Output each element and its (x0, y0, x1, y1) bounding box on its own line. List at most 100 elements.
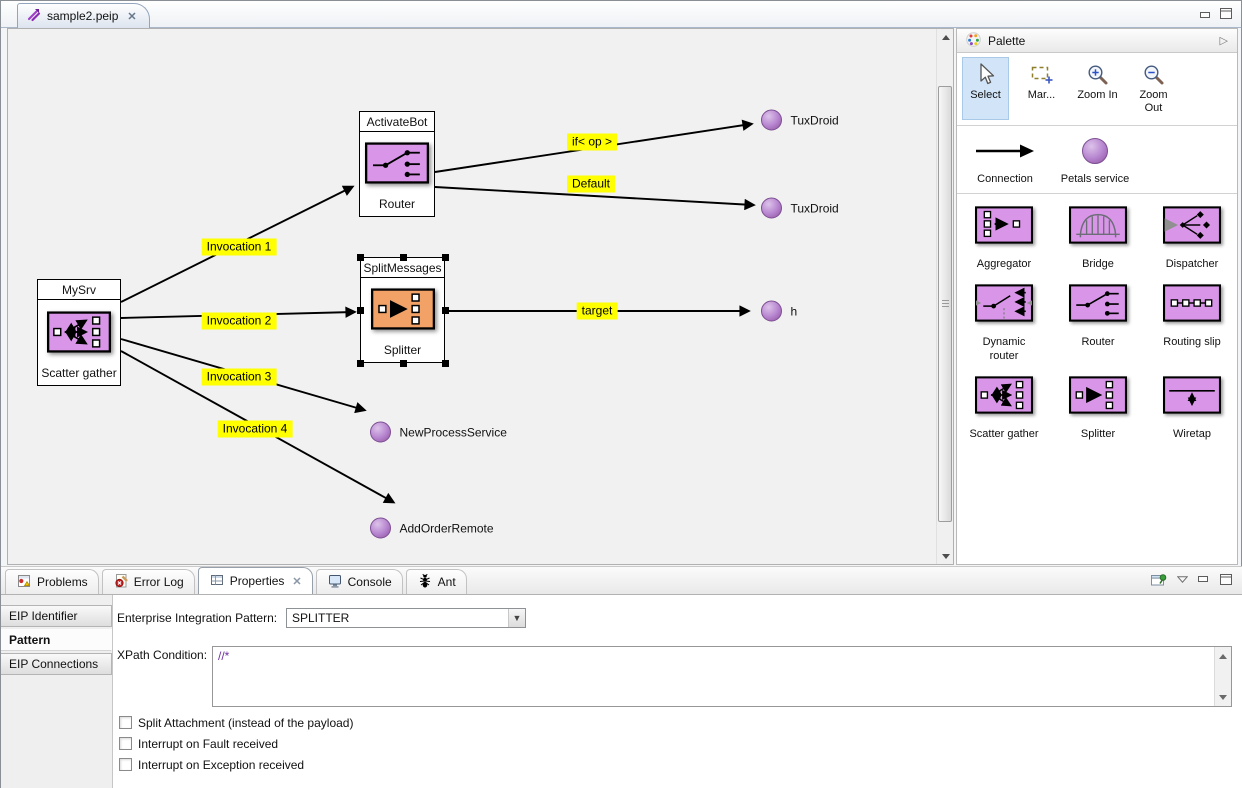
checkbox-icon[interactable] (119, 716, 132, 729)
view-menu-icon[interactable] (1177, 576, 1188, 583)
selection-handle[interactable] (357, 254, 364, 261)
palette-tool-zoom-out[interactable]: Zoom Out (1130, 57, 1177, 120)
service-endpoint-tuxdroid[interactable]: TuxDroid (761, 198, 839, 219)
properties-section-list: EIP IdentifierPatternEIP Connections (1, 595, 113, 788)
service-endpoint-tuxdroid[interactable]: TuxDroid (761, 110, 839, 131)
eip-pattern-label: Enterprise Integration Pattern: (117, 611, 277, 625)
palette-pattern-aggregator[interactable]: Aggregator (957, 206, 1051, 271)
diagram-canvas[interactable]: Invocation 1 Invocation 2 Invocation 3 Invo… (8, 29, 936, 564)
scrollbar-thumb[interactable] (938, 86, 952, 522)
maximize-icon[interactable] (1220, 8, 1233, 23)
properties-icon (209, 572, 225, 591)
node-title: ActivateBot (360, 112, 434, 132)
scatter-gather-icon (47, 311, 111, 356)
selection-handle[interactable] (442, 254, 449, 261)
connection-label[interactable]: if< op > (567, 134, 617, 151)
bottom-tab-bar: ProblemsError LogProperties✕ConsoleAnt (1, 567, 1242, 595)
eip-pattern-select[interactable]: SPLITTER ▼ (286, 608, 526, 628)
selection-handle[interactable] (400, 254, 407, 261)
palette-tool-list: SelectMar...Zoom InZoom Out (957, 53, 1237, 126)
selection-handle[interactable] (357, 360, 364, 367)
tab-error-log[interactable]: Error Log (102, 569, 195, 594)
connection-label[interactable]: Invocation 3 (202, 369, 277, 386)
selection-handle[interactable] (357, 307, 364, 314)
chevron-down-icon[interactable]: ▼ (508, 609, 525, 627)
palette-pattern-splitter[interactable]: Splitter (1051, 376, 1145, 441)
petals-service-icon (370, 518, 391, 539)
xpath-scrollbar[interactable] (1214, 647, 1231, 706)
editor-tab-sample2-peip[interactable]: sample2.peip ✕ (17, 3, 150, 28)
checkbox-icon[interactable] (119, 758, 132, 771)
checkbox-interrupt-on-exception-received[interactable]: Interrupt on Exception received (119, 754, 353, 775)
palette-pattern-list: AggregatorBridgeDispatcher Dynamic router… (957, 194, 1237, 441)
close-icon[interactable]: ✕ (127, 10, 136, 23)
connection-label[interactable]: Invocation 1 (202, 239, 277, 256)
splitter-icon (371, 288, 435, 333)
service-endpoint-h[interactable]: h (761, 301, 798, 322)
tab-ant[interactable]: Ant (406, 569, 467, 594)
petals-service-icon (1082, 136, 1108, 166)
palette-pattern-router[interactable]: Router (1051, 284, 1145, 363)
palette-pattern-dynamic-router[interactable]: Dynamic router (957, 284, 1051, 363)
service-endpoint-newprocessservice[interactable]: NewProcessService (370, 422, 507, 443)
zoom-out-icon (1142, 61, 1166, 89)
properties-section-eip-identifier[interactable]: EIP Identifier (1, 605, 112, 627)
palette-pattern-wiretap[interactable]: Wiretap (1145, 376, 1239, 441)
error-log-icon (113, 573, 129, 592)
tab-console[interactable]: Console (316, 569, 403, 594)
checkbox-interrupt-on-fault-received[interactable]: Interrupt on Fault received (119, 733, 353, 754)
palette-panel: Palette ▷ SelectMar...Zoom InZoom Out Co… (956, 28, 1238, 565)
tab-problems[interactable]: Problems (5, 569, 99, 594)
routing-slip-icon (1163, 284, 1221, 326)
canvas-vertical-scrollbar[interactable] (936, 29, 953, 564)
scroll-up-icon[interactable] (1215, 648, 1231, 664)
checkbox-list: Split Attachment (instead of the payload… (119, 712, 353, 775)
scroll-up-icon[interactable] (937, 29, 954, 45)
peip-file-icon (26, 7, 41, 25)
checkbox-icon[interactable] (119, 737, 132, 750)
node-splitmessages[interactable]: SplitMessages Splitter (360, 257, 445, 363)
palette-tool-petals-service[interactable]: Petals service (1053, 136, 1137, 185)
tab-properties[interactable]: Properties✕ (198, 567, 313, 594)
palette-pattern-dispatcher[interactable]: Dispatcher (1145, 206, 1239, 271)
node-mysrv[interactable]: MySrv Scatter gather (37, 279, 121, 386)
connection-label[interactable]: Invocation 4 (218, 421, 293, 438)
petals-service-icon (761, 301, 782, 322)
bottom-tab-list: ProblemsError LogProperties✕ConsoleAnt (5, 567, 470, 594)
palette-pattern-bridge[interactable]: Bridge (1051, 206, 1145, 271)
palette-tool-zoom-in[interactable]: Zoom In (1074, 57, 1121, 120)
palette-tool-select[interactable]: Select (962, 57, 1009, 120)
splitter-icon (1069, 376, 1127, 418)
selection-handle[interactable] (442, 360, 449, 367)
petals-service-icon (761, 198, 782, 219)
minimize-icon[interactable] (1200, 9, 1212, 23)
properties-section-eip-connections[interactable]: EIP Connections (1, 653, 112, 675)
scroll-down-icon[interactable] (937, 548, 954, 564)
close-icon[interactable]: ✕ (292, 575, 301, 588)
node-activatebot[interactable]: ActivateBot Router (359, 111, 435, 217)
editor-tab-title: sample2.peip (47, 9, 118, 23)
node-pattern-label: Router (379, 197, 415, 216)
selection-handle[interactable] (442, 307, 449, 314)
scroll-down-icon[interactable] (1215, 689, 1231, 705)
xpath-condition-input[interactable]: //* (212, 646, 1232, 707)
palette-collapse-arrow-icon[interactable]: ▷ (1220, 34, 1228, 47)
editor-tab-bar: sample2.peip ✕ (1, 1, 1241, 28)
palette-pattern-routing-slip[interactable]: Routing slip (1145, 284, 1239, 363)
palette-pattern-scatter-gather[interactable]: Scatter gather (957, 376, 1051, 441)
minimize-view-icon[interactable] (1198, 575, 1210, 584)
connection-label[interactable]: Invocation 2 (202, 313, 277, 330)
palette-tool-connection[interactable]: Connection (963, 136, 1047, 185)
checkbox-split-attachment-instead-of-the-payload[interactable]: Split Attachment (instead of the payload… (119, 712, 353, 733)
connection-label[interactable]: target (577, 303, 618, 320)
connection-label[interactable]: Default (567, 176, 615, 193)
pin-view-icon[interactable] (1150, 572, 1167, 587)
petals-service-icon (370, 422, 391, 443)
properties-section-pattern[interactable]: Pattern (1, 629, 112, 651)
selection-handle[interactable] (400, 360, 407, 367)
marquee-icon (1029, 61, 1055, 89)
maximize-view-icon[interactable] (1220, 574, 1233, 586)
service-endpoint-addorderremote[interactable]: AddOrderRemote (370, 518, 494, 539)
palette-tool-mar[interactable]: Mar... (1018, 57, 1065, 120)
node-pattern-label: Scatter gather (41, 366, 116, 385)
